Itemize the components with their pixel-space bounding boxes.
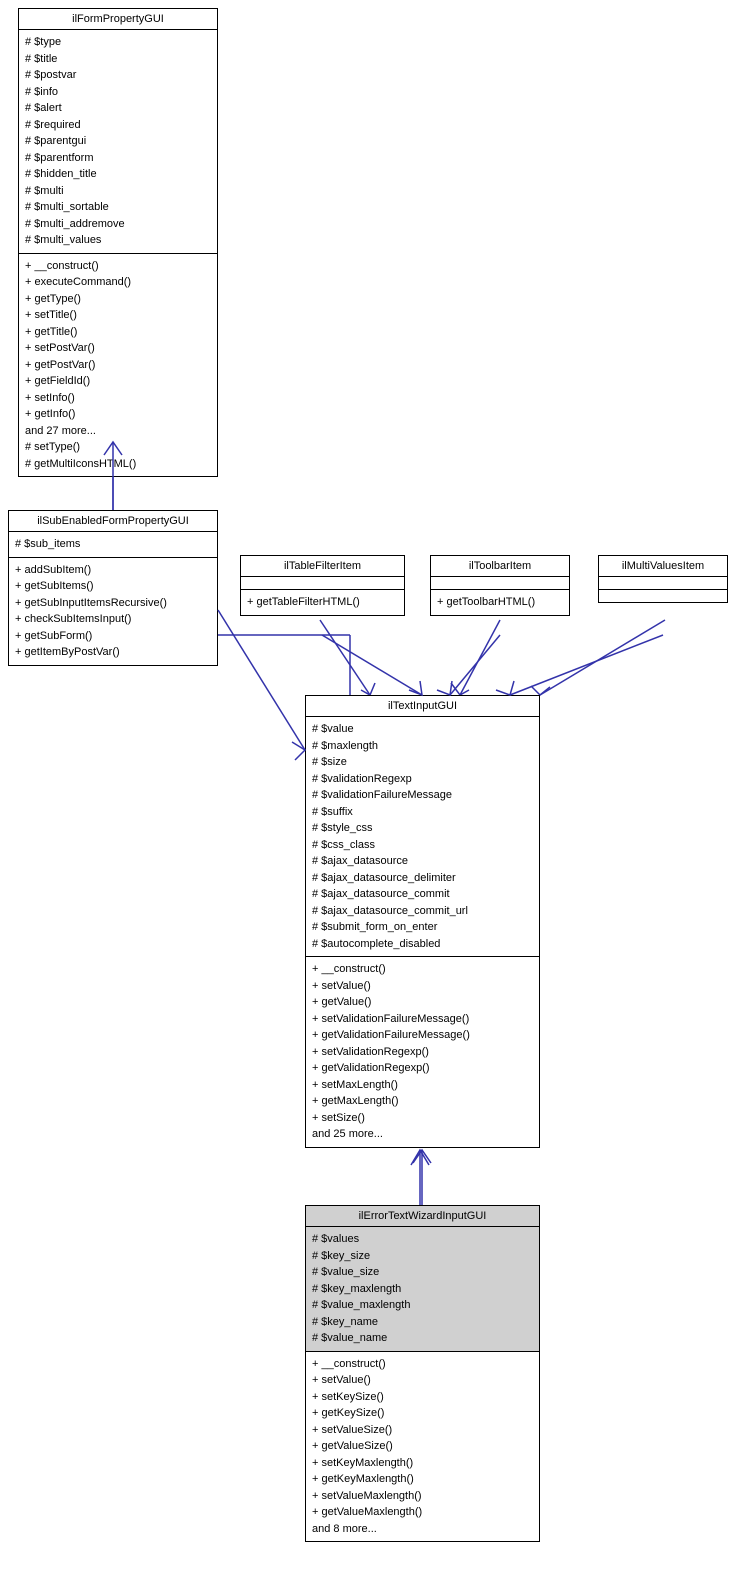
- box-ilTableFilterItem: ilTableFilterItem + getTableFilterHTML(): [240, 555, 405, 616]
- methods-ilErrorTextWizardInputGUI: + __construct() + setValue() + setKeySiz…: [306, 1351, 539, 1542]
- title-ilTextInputGUI: ilTextInputGUI: [306, 696, 539, 716]
- diagram-container: ilFormPropertyGUI # $type # $title # $po…: [0, 0, 744, 1573]
- box-ilToolbarItem: ilToolbarItem + getToolbarHTML(): [430, 555, 570, 616]
- fields-ilTextInputGUI: # $value # $maxlength # $size # $validat…: [306, 716, 539, 956]
- methods-ilFormPropertyGUI: + __construct() + executeCommand() + get…: [19, 253, 217, 477]
- title-ilErrorTextWizardInputGUI: ilErrorTextWizardInputGUI: [306, 1206, 539, 1226]
- methods-ilSubEnabledFormPropertyGUI: + addSubItem() + getSubItems() + getSubI…: [9, 557, 217, 665]
- methods-ilTextInputGUI: + __construct() + setValue() + getValue(…: [306, 956, 539, 1147]
- methods-ilMultiValuesItem: [599, 589, 727, 602]
- box-ilErrorTextWizardInputGUI: ilErrorTextWizardInputGUI # $values # $k…: [305, 1205, 540, 1542]
- fields-ilTableFilterItem: [241, 576, 404, 589]
- fields-ilFormPropertyGUI: # $type # $title # $postvar # $info # $a…: [19, 29, 217, 253]
- title-ilToolbarItem: ilToolbarItem: [431, 556, 569, 576]
- title-ilFormPropertyGUI: ilFormPropertyGUI: [19, 9, 217, 29]
- box-ilTextInputGUI: ilTextInputGUI # $value # $maxlength # $…: [305, 695, 540, 1148]
- methods-ilTableFilterItem: + getTableFilterHTML(): [241, 589, 404, 615]
- title-ilSubEnabledFormPropertyGUI: ilSubEnabledFormPropertyGUI: [9, 511, 217, 531]
- fields-ilErrorTextWizardInputGUI: # $values # $key_size # $value_size # $k…: [306, 1226, 539, 1351]
- fields-ilSubEnabledFormPropertyGUI: # $sub_items: [9, 531, 217, 557]
- fields-ilToolbarItem: [431, 576, 569, 589]
- title-ilTableFilterItem: ilTableFilterItem: [241, 556, 404, 576]
- fields-ilMultiValuesItem: [599, 576, 727, 589]
- methods-ilToolbarItem: + getToolbarHTML(): [431, 589, 569, 615]
- box-ilFormPropertyGUI: ilFormPropertyGUI # $type # $title # $po…: [18, 8, 218, 477]
- box-ilSubEnabledFormPropertyGUI: ilSubEnabledFormPropertyGUI # $sub_items…: [8, 510, 218, 666]
- box-ilMultiValuesItem: ilMultiValuesItem: [598, 555, 728, 603]
- title-ilMultiValuesItem: ilMultiValuesItem: [599, 556, 727, 576]
